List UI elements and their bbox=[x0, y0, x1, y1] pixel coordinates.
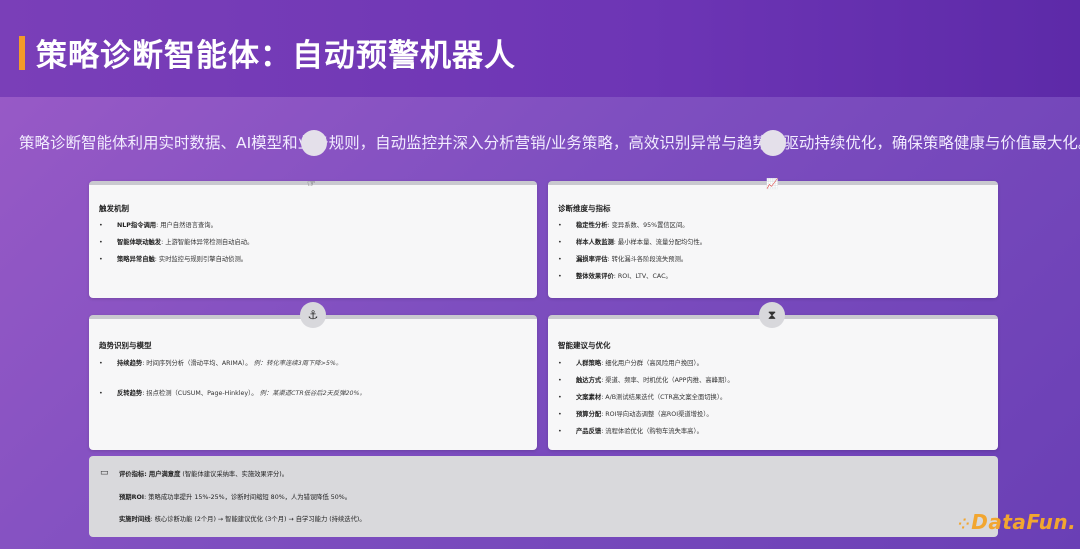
card-dimensions: 📈 诊断维度与指标 稳定性分析: 变异系数、95%置信区间。 样本人数监测: 最… bbox=[548, 179, 998, 298]
note-icon: ▭ bbox=[100, 468, 109, 478]
summary-box: ▭ 评价指标: 用户满意度 (智能体建议采纳率、实施效果评分)。 预期ROI: … bbox=[89, 456, 998, 537]
list-item: 漏损率评估: 转化漏斗各阶段流失预测。 bbox=[558, 256, 988, 264]
list-item: 持续趋势: 时间序列分析（滑动平均、ARIMA）。 例：转化率连续3周下降>5%… bbox=[99, 360, 527, 368]
title-accent-bar bbox=[19, 36, 25, 70]
summary-row: 评价指标: 用户满意度 (智能体建议采纳率、实施效果评分)。 bbox=[119, 471, 289, 478]
page-title: 策略诊断智能体：自动预警机器人 bbox=[36, 38, 516, 74]
card-trigger: ☞ 触发机制 NLP指令调用: 用户自然语言查询。 智能体联动触发: 上游智能体… bbox=[89, 179, 537, 298]
list-item: 产品反馈: 流程体验优化（购物车流失率高）。 bbox=[558, 428, 988, 436]
anchor-icon: ⚓ bbox=[300, 302, 326, 328]
summary-row: 预期ROI: 策略成功率提升 15%-25%，诊断时间缩短 80%，人为错误降低… bbox=[119, 494, 352, 501]
list-item: 样本人数监测: 最小样本量、流量分配均匀性。 bbox=[558, 239, 988, 247]
list-item: 智能体联动触发: 上游智能体异常检测自动启动。 bbox=[99, 239, 527, 247]
card-heading: 趋势识别与模型 bbox=[99, 341, 152, 350]
redaction-blob bbox=[760, 130, 786, 156]
datafun-logo: ⁘DataFun. bbox=[958, 510, 1077, 534]
card-heading: 诊断维度与指标 bbox=[558, 204, 611, 213]
list-item: 人群策略: 细化用户分群（高风险用户挽回）。 bbox=[558, 360, 988, 368]
list-item: 整体效果评价: ROI、LTV、CAC。 bbox=[558, 273, 988, 281]
card-suggest: ⧗ 智能建议与优化 人群策略: 细化用户分群（高风险用户挽回）。 触达方式: 渠… bbox=[548, 302, 998, 450]
chart-trend-icon: 📈 bbox=[766, 179, 779, 190]
list-item: 触达方式: 渠道、频率、时机优化（APP内推、高峰期）。 bbox=[558, 377, 988, 385]
card-heading: 触发机制 bbox=[99, 204, 129, 213]
summary-row: 实施时间线: 核心诊断功能 (2个月) → 智能建议优化 (3个月) → 自学习… bbox=[119, 516, 366, 523]
list-item: 文案素材: A/B测试结果迭代（CTR高文案全面切换）。 bbox=[558, 394, 988, 402]
hourglass-icon: ⧗ bbox=[759, 302, 785, 328]
pointer-icon: ☞ bbox=[307, 179, 316, 190]
list-item: 反转趋势: 拐点检测（CUSUM、Page-Hinkley）。 例：某渠道CTR… bbox=[99, 390, 527, 398]
card-heading: 智能建议与优化 bbox=[558, 341, 611, 350]
list-item: 策略异常自触: 实时监控与规则引擎自动侦测。 bbox=[99, 256, 527, 264]
list-item: NLP指令调用: 用户自然语言查询。 bbox=[99, 222, 527, 230]
redaction-blob bbox=[301, 130, 327, 156]
card-trend: ⚓ 趋势识别与模型 持续趋势: 时间序列分析（滑动平均、ARIMA）。 例：转化… bbox=[89, 302, 537, 450]
intro-text: 策略诊断智能体利用实时数据、AI模型和业务规则，自动监控并深入分析营销/业务策略… bbox=[19, 134, 1080, 152]
list-item: 预算分配: ROI导向动态调整（高ROI渠道增投）。 bbox=[558, 411, 988, 419]
list-item: 稳定性分析: 变异系数、95%置信区间。 bbox=[558, 222, 988, 230]
